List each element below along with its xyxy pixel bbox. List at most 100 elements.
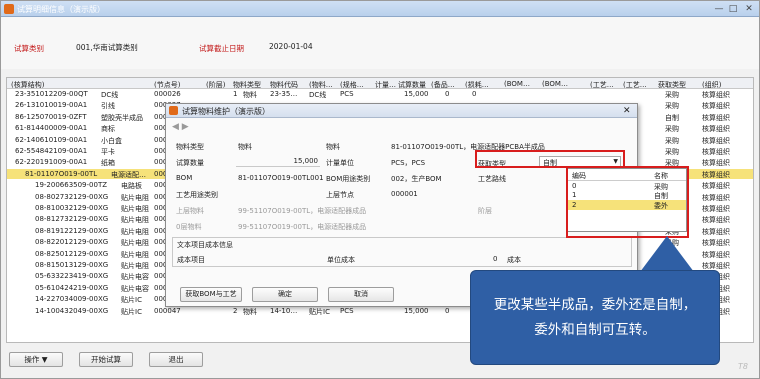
table-cell: 000047	[154, 306, 181, 315]
quantity-field[interactable]: 15,000	[236, 156, 320, 167]
table-cell: 62-220191009-00A1	[15, 158, 88, 167]
callout-line2: 委外和自制可互转。	[534, 322, 656, 338]
table-cell: 23-35…	[270, 90, 298, 98]
title-bar: 试算明细信息（演示版） — □ ✕	[1, 1, 759, 17]
bom-value[interactable]: 81-01107O019-00TL001	[238, 174, 324, 182]
table-cell: 26-131010019-00A1	[15, 101, 88, 110]
get-bom-route-button[interactable]: 获取BOM与工艺	[180, 287, 242, 302]
table-cell: 15,000	[404, 90, 429, 98]
table-cell: 62-554842109-00A1	[15, 147, 88, 155]
label-route: 工艺路线	[478, 175, 506, 183]
callout-bubble: 更改某些半成品，委外还是自制， 委外和自制可互转。	[470, 270, 720, 365]
table-cell: 15,000	[404, 306, 429, 315]
table-row[interactable]: 23-351012209-00QT DC线 000026 1 物料 23-35… DC线 PC…	[7, 89, 753, 99]
table-cell: 1	[233, 90, 238, 98]
confirm-button[interactable]: 确定	[252, 287, 318, 302]
table-cell: 核算组织	[702, 91, 730, 99]
material-type-value[interactable]: 物料	[238, 142, 252, 152]
table-cell: 19-200663509-00TZ	[35, 181, 108, 190]
label-cost-item: 成本项目	[177, 256, 205, 264]
label-parent-node: 上层节点	[326, 191, 354, 199]
date-label: 试算截止日期	[199, 44, 244, 53]
table-cell: 塑胶壳半成品	[101, 113, 143, 122]
operations-button[interactable]: 操作 ▼	[9, 352, 63, 367]
table-cell: DC线	[101, 91, 119, 99]
table-cell: 采购	[665, 148, 679, 156]
table-cell: 2	[233, 306, 238, 315]
close-button[interactable]: ✕	[743, 4, 755, 14]
table-cell: 0	[472, 90, 477, 98]
filter-header: 试算类别 001,华南试算类别 试算截止日期 2020-01-04	[1, 17, 759, 69]
unit-value[interactable]: PCS，PCS	[391, 158, 425, 168]
col-header[interactable]: (BOM…	[542, 80, 568, 88]
table-cell: 电路板	[121, 182, 142, 191]
table-cell: 贴片IC	[121, 296, 142, 305]
cost-section: 文本项目成本信息 成本项目 单位成本 0 成本	[172, 237, 632, 267]
table-cell: 核算组织	[702, 250, 730, 259]
table-cell: 平卡	[101, 148, 115, 156]
table-cell: 0	[445, 306, 450, 315]
table-cell: 核算组织	[702, 102, 730, 111]
table-cell: 贴片电阻	[121, 227, 149, 236]
dialog-close-button[interactable]: ✕	[623, 106, 631, 116]
table-cell: 14-227034009-00XG	[35, 295, 109, 304]
label-material-type: 物料类型	[176, 143, 204, 151]
table-cell: 纸箱	[101, 159, 115, 168]
table-cell: 核算组织	[702, 193, 730, 202]
label-unit: 计量单位	[326, 159, 354, 167]
parent-node-value[interactable]: 000001	[391, 190, 418, 198]
label-bom-usage: BOM用途类别	[326, 175, 371, 183]
table-cell: 14-10…	[270, 306, 298, 315]
table-cell: 05-633223419-00XG	[35, 272, 109, 281]
table-cell: 14-100432049-00XG	[35, 306, 109, 315]
table-cell: 物料	[243, 91, 257, 99]
table-cell: 引线	[101, 102, 115, 111]
table-cell: 61-814400009-00A1	[15, 124, 88, 133]
nav-arrows-icon[interactable]: ◀ ▶	[172, 122, 189, 132]
brand-badge: T8	[738, 362, 748, 371]
minimize-button[interactable]: —	[713, 4, 725, 14]
exit-button[interactable]: 退出	[149, 352, 203, 367]
col-header[interactable]: (BOM…	[504, 80, 530, 88]
table-cell: 物料	[243, 307, 257, 316]
unit-cost-value[interactable]: 0	[493, 255, 497, 263]
table-cell: 采购	[665, 125, 679, 134]
label-cost: 成本	[507, 256, 521, 264]
table-cell: 核算组织	[702, 170, 730, 179]
table-cell: 贴片IC	[309, 307, 330, 316]
date-value[interactable]: 2020-01-04	[269, 42, 313, 51]
table-cell: 核算组织	[702, 239, 730, 248]
label-material: 物料	[326, 143, 340, 151]
bom-usage-value[interactable]: 002，生产BOM	[391, 174, 442, 184]
callout-pointer	[640, 236, 694, 272]
callout-line1: 更改某些半成品，委外还是自制，	[493, 297, 697, 313]
maximize-button[interactable]: □	[727, 4, 739, 14]
table-cell: 08-815013129-00XG	[35, 261, 109, 269]
parent-material-value: 99-51107O019-00TL，电源适配器成品	[238, 207, 367, 215]
table-cell: 贴片电阻	[121, 262, 149, 270]
label-parent-material: 上层物料	[176, 207, 204, 215]
table-cell: 核算组织	[702, 125, 730, 134]
window-title: 试算明细信息（演示版）	[17, 5, 105, 14]
grid-header: (核算结构) (节点号) (阶层) 物料类型 物料代码 (物料… (规格… 计量…	[7, 78, 753, 89]
table-cell: 核算组织	[702, 159, 730, 168]
table-cell: 核算组织	[702, 148, 730, 156]
table-cell: 08-822012129-00XG	[35, 238, 109, 247]
table-cell: 商标	[101, 125, 115, 134]
category-value[interactable]: 001,华南试算类别	[76, 42, 138, 53]
table-cell: 000026	[154, 90, 181, 98]
table-cell: 采购	[665, 136, 679, 145]
app-logo-icon	[4, 4, 14, 14]
table-cell: 核算组织	[702, 205, 730, 213]
label-bom: BOM	[176, 174, 193, 182]
table-cell: 核算组织	[702, 182, 730, 191]
start-trial-button[interactable]: 开始试算	[79, 352, 133, 367]
table-cell: 贴片电阻	[121, 239, 149, 248]
table-cell: 贴片电容	[121, 273, 149, 282]
quantity-value: 15,000	[293, 157, 319, 165]
cost-section-title: 文本项目成本信息	[177, 241, 233, 249]
table-cell: 86-125070019-0ZFT	[15, 112, 87, 121]
table-cell: 23-351012209-00QT	[15, 90, 88, 98]
table-cell: 0	[445, 90, 450, 98]
cancel-button[interactable]: 取消	[328, 287, 394, 302]
